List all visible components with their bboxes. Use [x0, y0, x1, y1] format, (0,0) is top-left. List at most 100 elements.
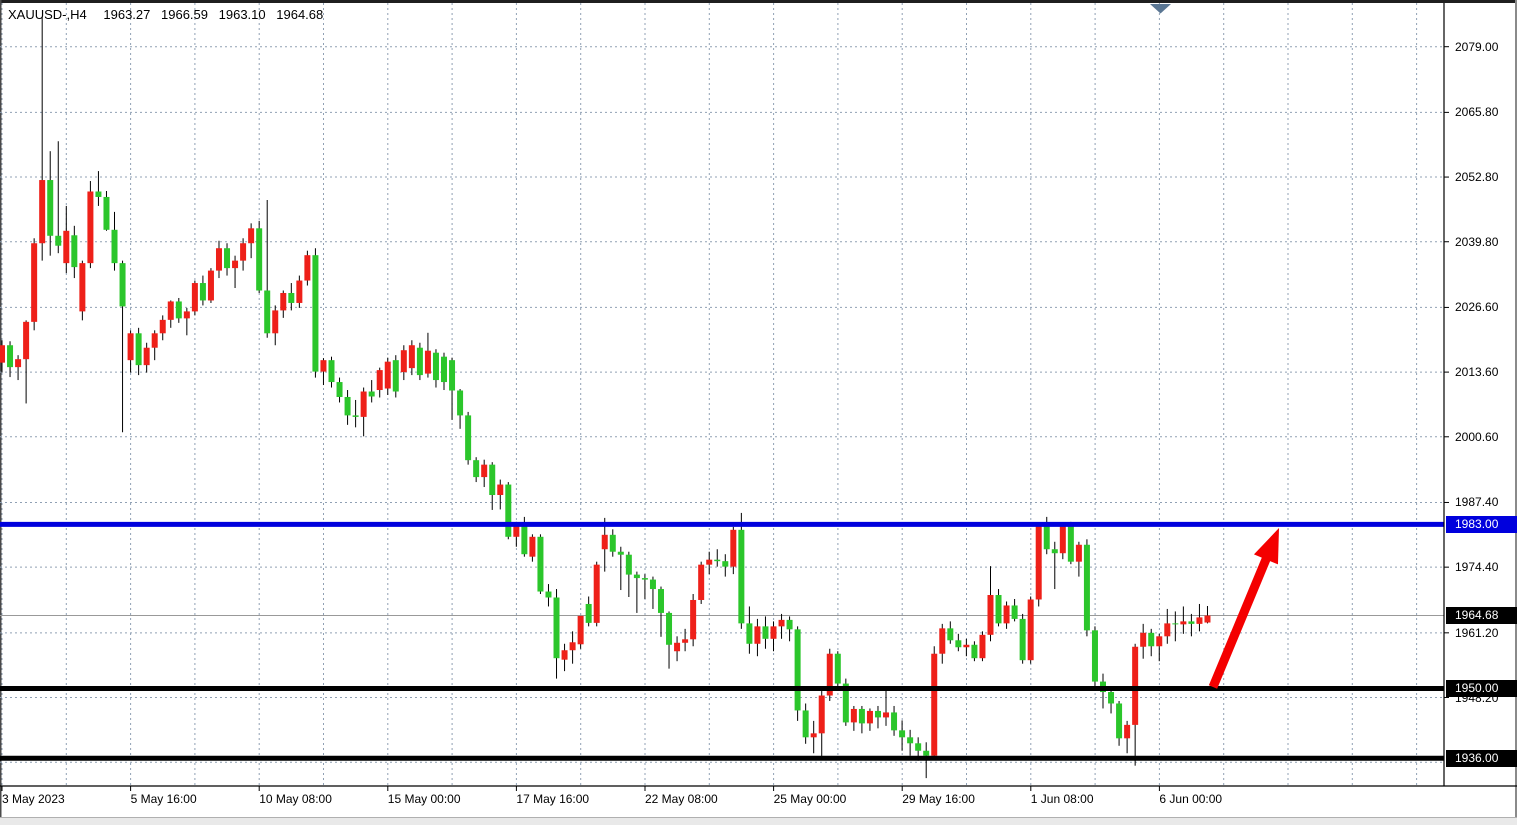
- candle-body: [425, 351, 431, 374]
- candle-body: [449, 360, 455, 390]
- candle-body: [0, 345, 5, 362]
- candle-body: [15, 359, 21, 367]
- candle-body: [602, 535, 608, 549]
- candle-body: [618, 552, 624, 555]
- symbol-period-label: XAUUSD-,H4: [8, 7, 87, 22]
- candle-body: [1028, 599, 1034, 660]
- candle-body: [730, 530, 736, 567]
- candle-body: [996, 595, 1002, 623]
- candle-body: [754, 626, 760, 643]
- candle-body: [578, 616, 584, 644]
- candle-body: [537, 537, 543, 592]
- candle-body: [634, 575, 640, 578]
- candle-body: [433, 353, 439, 380]
- candle-body: [505, 485, 511, 537]
- high-value: 1966.59: [161, 7, 208, 22]
- candle-body: [312, 255, 318, 371]
- candle-body: [497, 485, 503, 495]
- candle-body: [979, 635, 985, 658]
- candle-body: [851, 709, 857, 722]
- candle-body: [296, 281, 302, 303]
- candle-body: [417, 348, 423, 375]
- candlestick-chart-canvas[interactable]: [0, 0, 1517, 825]
- candle-body: [401, 350, 407, 372]
- candle-body: [1052, 549, 1058, 553]
- candle-body: [112, 230, 118, 263]
- chart-ohlc-title: XAUUSD-,H4 1963.27 1966.59 1963.10 1964.…: [8, 7, 330, 22]
- candle-body: [128, 333, 134, 360]
- candle-body: [642, 578, 648, 579]
- candle-body: [120, 263, 126, 306]
- candle-body: [1076, 545, 1082, 562]
- candle-body: [23, 322, 29, 359]
- candle-body: [594, 565, 600, 623]
- candle-body: [963, 645, 969, 647]
- candle-body: [706, 560, 712, 565]
- candle-body: [1124, 725, 1130, 738]
- candle-body: [570, 642, 576, 650]
- candle-body: [264, 291, 270, 334]
- candle-body: [690, 600, 696, 639]
- candle-body: [650, 580, 656, 589]
- candle-body: [353, 415, 359, 416]
- open-value: 1963.27: [103, 7, 150, 22]
- candle-body: [79, 263, 85, 311]
- candle-body: [819, 696, 825, 734]
- candle-body: [337, 382, 343, 397]
- chart-window: XAUUSD-,H4 1963.27 1966.59 1963.10 1964.…: [0, 0, 1517, 825]
- candle-body: [232, 261, 238, 268]
- candle-body: [361, 392, 367, 417]
- candle-body: [136, 333, 142, 365]
- candle-body: [481, 465, 487, 477]
- candle-body: [1044, 526, 1050, 549]
- candle-body: [489, 465, 495, 495]
- candle-body: [698, 565, 704, 600]
- candle-body: [87, 191, 93, 263]
- candle-body: [562, 650, 568, 659]
- candle-body: [1204, 616, 1210, 623]
- candle-body: [200, 283, 206, 300]
- candle-body: [658, 589, 664, 613]
- candle-body: [1172, 623, 1178, 624]
- candle-body: [1132, 647, 1138, 725]
- candle-body: [304, 255, 310, 280]
- candle-body: [923, 751, 929, 756]
- trend-arrow-shaft[interactable]: [1213, 552, 1269, 687]
- candle-body: [55, 236, 61, 246]
- candle-body: [176, 301, 182, 318]
- candle-body: [947, 628, 953, 640]
- candle-body: [875, 711, 881, 717]
- candle-body: [682, 639, 688, 642]
- candle-body: [7, 345, 13, 367]
- candle-body: [955, 640, 961, 647]
- candle-body: [31, 243, 37, 322]
- candle-body: [1108, 692, 1114, 703]
- trend-arrow-head[interactable]: [1254, 528, 1279, 564]
- window-border-top: [0, 0, 1517, 3]
- candle-body: [891, 712, 897, 730]
- candle-body: [160, 320, 166, 333]
- candle-body: [915, 743, 921, 750]
- candle-body: [377, 370, 383, 390]
- candle-body: [610, 535, 616, 552]
- candle-body: [859, 709, 865, 723]
- candle-body: [1188, 621, 1194, 623]
- chart-shift-marker-icon[interactable]: [1150, 4, 1171, 14]
- candle-body: [1140, 633, 1146, 647]
- candle-body: [746, 623, 752, 643]
- candle-body: [441, 357, 447, 382]
- candle-body: [184, 311, 190, 318]
- candle-body: [803, 710, 809, 737]
- candle-body: [63, 231, 69, 263]
- close-value: 1964.68: [276, 7, 323, 22]
- candle-body: [473, 460, 479, 477]
- candle-body: [144, 348, 150, 365]
- candle-body: [1036, 526, 1042, 599]
- candle-body: [779, 620, 785, 626]
- candle-body: [224, 248, 230, 268]
- candle-body: [529, 537, 535, 557]
- candle-body: [1116, 703, 1122, 738]
- candle-body: [714, 560, 720, 561]
- candle-body: [795, 629, 801, 710]
- candle-body: [1164, 623, 1170, 636]
